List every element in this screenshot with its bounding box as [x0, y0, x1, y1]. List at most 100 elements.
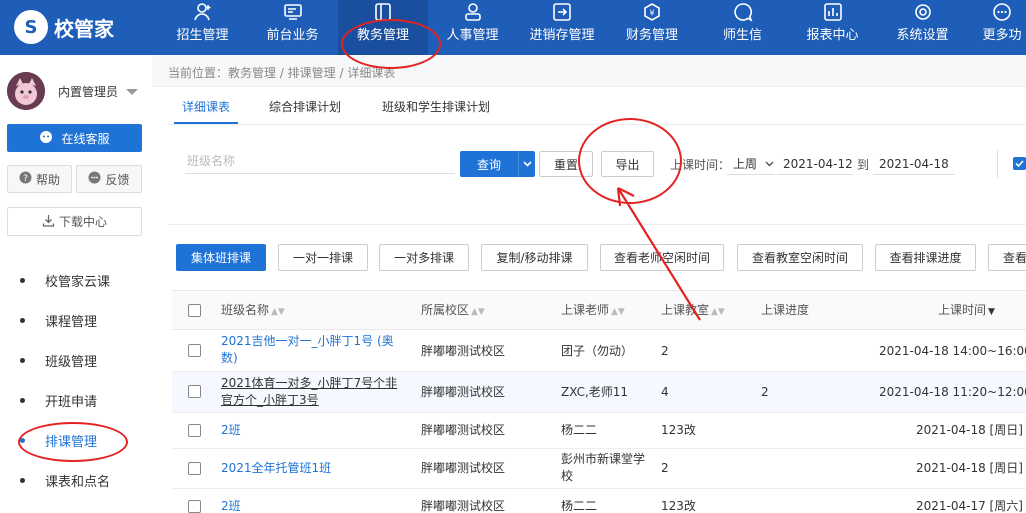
reset-button[interactable]: 重置: [539, 151, 593, 177]
row-checkbox[interactable]: [188, 462, 201, 475]
group-class-schedule-button[interactable]: 集体班排课: [176, 244, 266, 271]
room-cell: 123改: [661, 499, 696, 513]
online-service-button[interactable]: 在线客服: [7, 124, 142, 152]
table-row[interactable]: 2班 胖嘟嘟测试校区 杨二二 123改 2021-04-18 [周日]: [172, 413, 1026, 449]
export-button[interactable]: 导出: [601, 151, 654, 177]
filter-checkbox[interactable]: [1013, 157, 1026, 170]
class-name-link[interactable]: 2021体育一对多_小胖丁7号个非官方个_小胖丁3号: [221, 375, 401, 409]
campus-cell: 胖嘟嘟测试校区: [421, 461, 506, 475]
tab-detailed-schedule[interactable]: 详细课表: [182, 98, 230, 115]
tab-class-student-plan[interactable]: 班级和学生排课计划: [382, 98, 490, 115]
teacher-free-time-button[interactable]: 查看老师空闲时间: [600, 244, 724, 271]
sidebar-item-scheduling[interactable]: 排课管理: [0, 420, 152, 460]
column-header-time[interactable]: 上课时间 ▼: [938, 302, 995, 321]
logo-mark-icon: S: [14, 10, 48, 44]
copy-move-schedule-button[interactable]: 复制/移动排课: [481, 244, 588, 271]
schedule-table: 班级名称 ▲▼ 所属校区 ▲▼ 上课老师 ▲▼ 上课教室 ▲▼ 上课进度 上课时间 ▼ 2…: [172, 290, 1026, 513]
query-button[interactable]: 查询: [460, 151, 518, 177]
app-logo[interactable]: S 校管家: [14, 9, 114, 45]
sort-icon: ▲▼: [271, 307, 285, 317]
class-name-link[interactable]: 2021全年托管班1班: [221, 460, 331, 477]
help-icon: ?: [19, 171, 32, 187]
app-title: 校管家: [54, 16, 114, 41]
more-icon: [992, 2, 1012, 22]
class-name-link[interactable]: 2班: [221, 498, 241, 513]
download-center-button[interactable]: 下载中心: [7, 207, 142, 236]
teacher-cell: 彭州市新课堂学校: [561, 452, 646, 483]
feedback-icon: [88, 171, 101, 187]
breadcrumb: 当前位置：教务管理 / 排课管理 / 详细课表: [168, 66, 396, 80]
sidebar-item-label: 校管家云课: [45, 274, 111, 290]
column-header-room[interactable]: 上课教室 ▲▼: [661, 302, 725, 321]
nav-item-more[interactable]: 更多功: [978, 0, 1026, 55]
room-free-time-button[interactable]: 查看教室空闲时间: [737, 244, 863, 271]
teacher-cell: 杨二二: [561, 423, 598, 437]
chevron-down-icon[interactable]: [126, 89, 138, 95]
column-header-campus[interactable]: 所属校区 ▲▼: [421, 302, 485, 321]
schedule-progress-button[interactable]: 查看排课进度: [875, 244, 976, 271]
time-cell: 2021-04-18 [周日]: [916, 423, 1023, 437]
nav-label: 教务管理: [356, 28, 409, 43]
tab-comprehensive-plan[interactable]: 综合排课计划: [269, 98, 341, 115]
class-name-link[interactable]: 2021吉他一对一_小胖丁1号 (奥数): [221, 333, 401, 367]
date-to-input[interactable]: 2021-04-18: [873, 153, 955, 175]
row-checkbox[interactable]: [188, 385, 201, 398]
nav-item-finance[interactable]: ¥ 财务管理: [612, 0, 692, 55]
campus-cell: 胖嘟嘟测试校区: [421, 423, 506, 437]
nav-item-inventory[interactable]: 进销存管理: [518, 0, 606, 55]
row-checkbox[interactable]: [188, 344, 201, 357]
bullet-icon: [20, 277, 25, 283]
nav-label: 更多功: [982, 28, 1022, 43]
row-checkbox[interactable]: [188, 500, 201, 513]
table-row[interactable]: 2021全年托管班1班 胖嘟嘟测试校区 彭州市新课堂学校 2 2021-04-1…: [172, 449, 1026, 489]
class-name-link[interactable]: 2班: [221, 422, 241, 439]
feedback-button[interactable]: 反馈: [76, 165, 142, 193]
view-more-button[interactable]: 查看: [988, 244, 1026, 271]
nav-label: 财务管理: [625, 28, 678, 43]
nav-item-settings[interactable]: 系统设置: [880, 0, 965, 55]
campus-cell: 胖嘟嘟测试校区: [421, 499, 506, 513]
sidebar-item-class-management[interactable]: 班级管理: [0, 340, 152, 380]
nav-item-academic[interactable]: 教务管理: [338, 0, 428, 55]
top-nav-bar: S 校管家 招生管理 前台业务 教务管理 人事管理 进销存管理 ¥ 财务管理 师…: [0, 0, 1026, 55]
check-icon: [1015, 160, 1024, 168]
row-checkbox[interactable]: [188, 424, 201, 437]
period-select[interactable]: 上周: [727, 153, 775, 175]
download-icon: [42, 214, 55, 230]
table-row[interactable]: 2班 胖嘟嘟测试校区 杨二二 123改 2021-04-17 [周六]: [172, 489, 1026, 513]
bullet-icon: [20, 437, 25, 443]
one-to-one-schedule-button[interactable]: 一对一排课: [278, 244, 368, 271]
date-from-input[interactable]: 2021-04-12: [777, 153, 853, 175]
one-to-many-schedule-button[interactable]: 一对多排课: [379, 244, 469, 271]
person-icon: [463, 2, 483, 22]
help-button[interactable]: ? 帮助: [7, 165, 72, 193]
online-service-label: 在线客服: [61, 131, 110, 146]
report-icon: [823, 2, 843, 22]
nav-item-messages[interactable]: 师生信: [705, 0, 780, 55]
inventory-icon: [552, 2, 572, 22]
column-header-class[interactable]: 班级名称 ▲▼: [221, 302, 285, 321]
avatar[interactable]: [7, 72, 45, 110]
query-dropdown-toggle[interactable]: [518, 151, 535, 177]
nav-item-reports[interactable]: 报表中心: [790, 0, 875, 55]
sidebar-item-timetable-rollcall[interactable]: 课表和点名: [0, 460, 152, 500]
chat-icon: [733, 2, 753, 22]
column-header-label: 上课时间: [938, 303, 987, 317]
nav-item-enrollment[interactable]: 招生管理: [160, 0, 245, 55]
class-name-input[interactable]: 班级名称: [185, 152, 455, 174]
sidebar-item-class-application[interactable]: 开班申请: [0, 380, 152, 420]
nav-item-front-desk[interactable]: 前台业务: [250, 0, 335, 55]
nav-label: 报表中心: [806, 28, 859, 43]
sidebar-item-course-management[interactable]: 课程管理: [0, 300, 152, 340]
select-all-checkbox[interactable]: [188, 304, 201, 317]
sidebar-item-cloud-course[interactable]: 校管家云课: [0, 260, 152, 300]
nav-item-hr[interactable]: 人事管理: [430, 0, 515, 55]
table-row[interactable]: 2021体育一对多_小胖丁7号个非官方个_小胖丁3号 胖嘟嘟测试校区 ZXC,老…: [172, 372, 1026, 413]
bullet-icon: [20, 477, 25, 483]
table-row[interactable]: 2021吉他一对一_小胖丁1号 (奥数) 胖嘟嘟测试校区 团子（勿动） 2 20…: [172, 330, 1026, 372]
nav-label: 进销存管理: [529, 28, 595, 43]
campus-cell: 胖嘟嘟测试校区: [421, 344, 506, 358]
time-cell: 2021-04-17 [周六]: [916, 499, 1023, 513]
column-header-teacher[interactable]: 上课老师 ▲▼: [561, 302, 625, 321]
nav-label: 人事管理: [446, 28, 499, 43]
